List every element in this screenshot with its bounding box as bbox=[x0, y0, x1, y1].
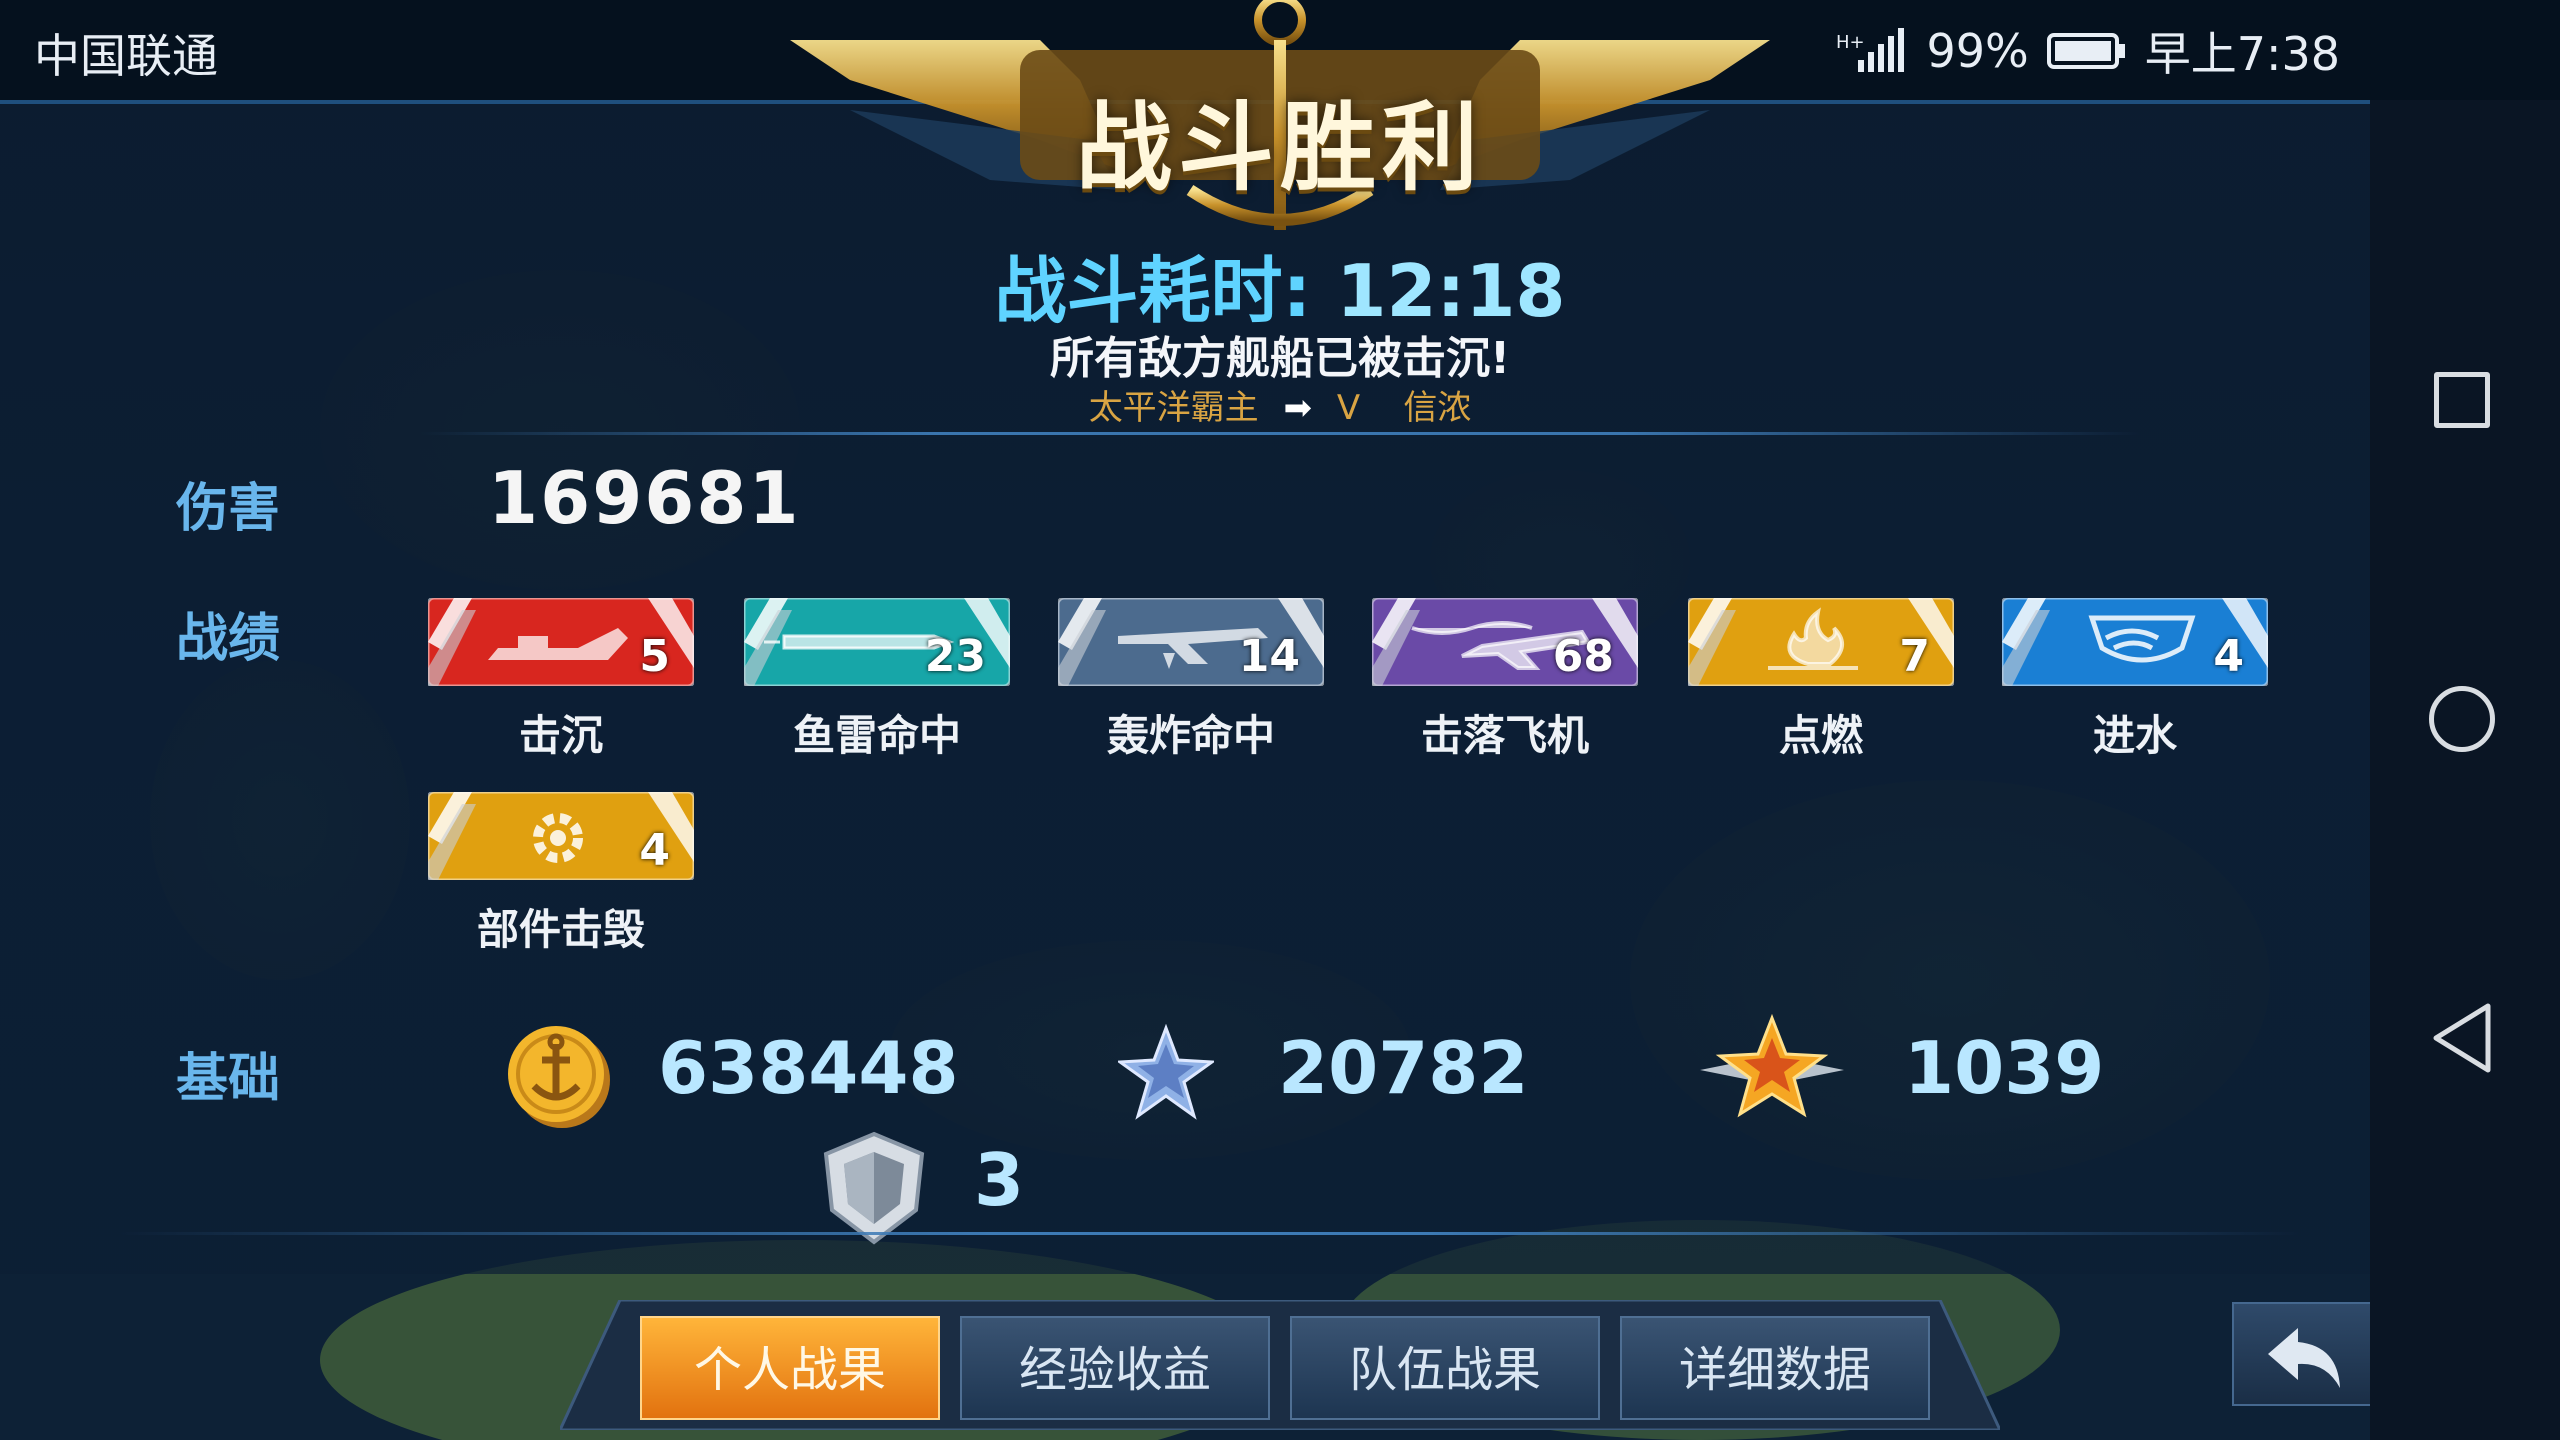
shields-value: 3 bbox=[974, 1138, 1025, 1222]
medal-label: 部件击毁 bbox=[476, 905, 645, 954]
share-arrow-icon bbox=[2268, 1328, 2340, 1388]
duration-label: 战斗耗时: bbox=[994, 249, 1312, 333]
recent-apps-button[interactable] bbox=[2434, 372, 2490, 428]
battery-icon bbox=[2046, 33, 2125, 69]
medal-badge: 5 bbox=[428, 598, 694, 686]
medal-count: 14 bbox=[1238, 631, 1300, 682]
clock: 早上7:38 bbox=[2144, 27, 2340, 81]
medal-label: 击落飞机 bbox=[1420, 711, 1589, 760]
damage-value: 169681 bbox=[488, 456, 801, 540]
medal-badge: 4 bbox=[428, 792, 694, 880]
back-button[interactable] bbox=[2430, 1002, 2494, 1074]
medal-count: 7 bbox=[1899, 631, 1930, 682]
medal-count: 4 bbox=[639, 825, 670, 876]
carrier-name: 中国联通 bbox=[34, 29, 218, 83]
svg-text:H+: H+ bbox=[1836, 32, 1865, 53]
promo-from: 太平洋霸主 bbox=[1088, 388, 1259, 428]
damage-label: 伤害 bbox=[176, 479, 281, 539]
arrow-icon: ➡ bbox=[1283, 388, 1313, 428]
exp-value: 20782 bbox=[1278, 1026, 1529, 1110]
divider bbox=[420, 432, 2140, 435]
divider bbox=[120, 1232, 2300, 1235]
tab-team-results[interactable]: 队伍战果 bbox=[1290, 1316, 1600, 1420]
tab-exp-gains[interactable]: 经验收益 bbox=[960, 1316, 1270, 1420]
medal-label: 鱼雷命中 bbox=[792, 711, 961, 760]
promo-to: 信浓 bbox=[1403, 388, 1472, 428]
medal-count: 4 bbox=[2213, 631, 2244, 682]
status-indicators: H+ 99% 早上7:38 bbox=[1836, 18, 2340, 84]
home-button[interactable] bbox=[2429, 686, 2495, 752]
medal-badge: 7 bbox=[1688, 598, 1954, 686]
medal-count: 5 bbox=[639, 631, 670, 682]
medal-label: 轰炸命中 bbox=[1106, 711, 1275, 760]
medal-count: 23 bbox=[924, 631, 986, 682]
medal-label: 击沉 bbox=[518, 711, 603, 760]
result-message: 所有敌方舰船已被击沉! bbox=[1049, 333, 1511, 384]
battery-percent: 99% bbox=[1926, 24, 2029, 78]
medal-label: 进水 bbox=[2092, 711, 2177, 760]
medal-count: 68 bbox=[1552, 631, 1614, 682]
promo-rank: V bbox=[1336, 388, 1361, 428]
tab-bar: 个人战果 经验收益 队伍战果 详细数据 bbox=[560, 1300, 2000, 1430]
record-label: 战绩 bbox=[176, 609, 281, 669]
rank-points-value: 1039 bbox=[1904, 1026, 2105, 1110]
duration-value: 12:18 bbox=[1336, 249, 1566, 333]
coin-icon bbox=[508, 1026, 610, 1128]
medal-badge: 23 bbox=[744, 598, 1010, 686]
base-label: 基础 bbox=[176, 1049, 281, 1109]
medal-badge: 68 bbox=[1372, 598, 1638, 686]
tab-detailed-data[interactable]: 详细数据 bbox=[1620, 1316, 1930, 1420]
system-nav-bar bbox=[2370, 100, 2560, 1440]
medal-badge: 14 bbox=[1058, 598, 1324, 686]
ship-promotion: 太平洋霸主 ➡ V 信浓 bbox=[880, 380, 1680, 429]
signal-icon: H+ bbox=[1836, 28, 1905, 72]
tab-personal-results[interactable]: 个人战果 bbox=[640, 1316, 940, 1420]
medal-badge: 4 bbox=[2002, 598, 2268, 686]
exp-star-icon bbox=[1118, 1024, 1214, 1120]
shield-icon bbox=[823, 1131, 925, 1245]
victory-title: 战斗胜利 bbox=[1076, 92, 1484, 204]
torpedo-icon bbox=[764, 634, 955, 650]
coins-value: 638448 bbox=[658, 1026, 959, 1110]
medal-label: 点燃 bbox=[1778, 711, 1863, 760]
rank-star-icon bbox=[1700, 1014, 1844, 1118]
